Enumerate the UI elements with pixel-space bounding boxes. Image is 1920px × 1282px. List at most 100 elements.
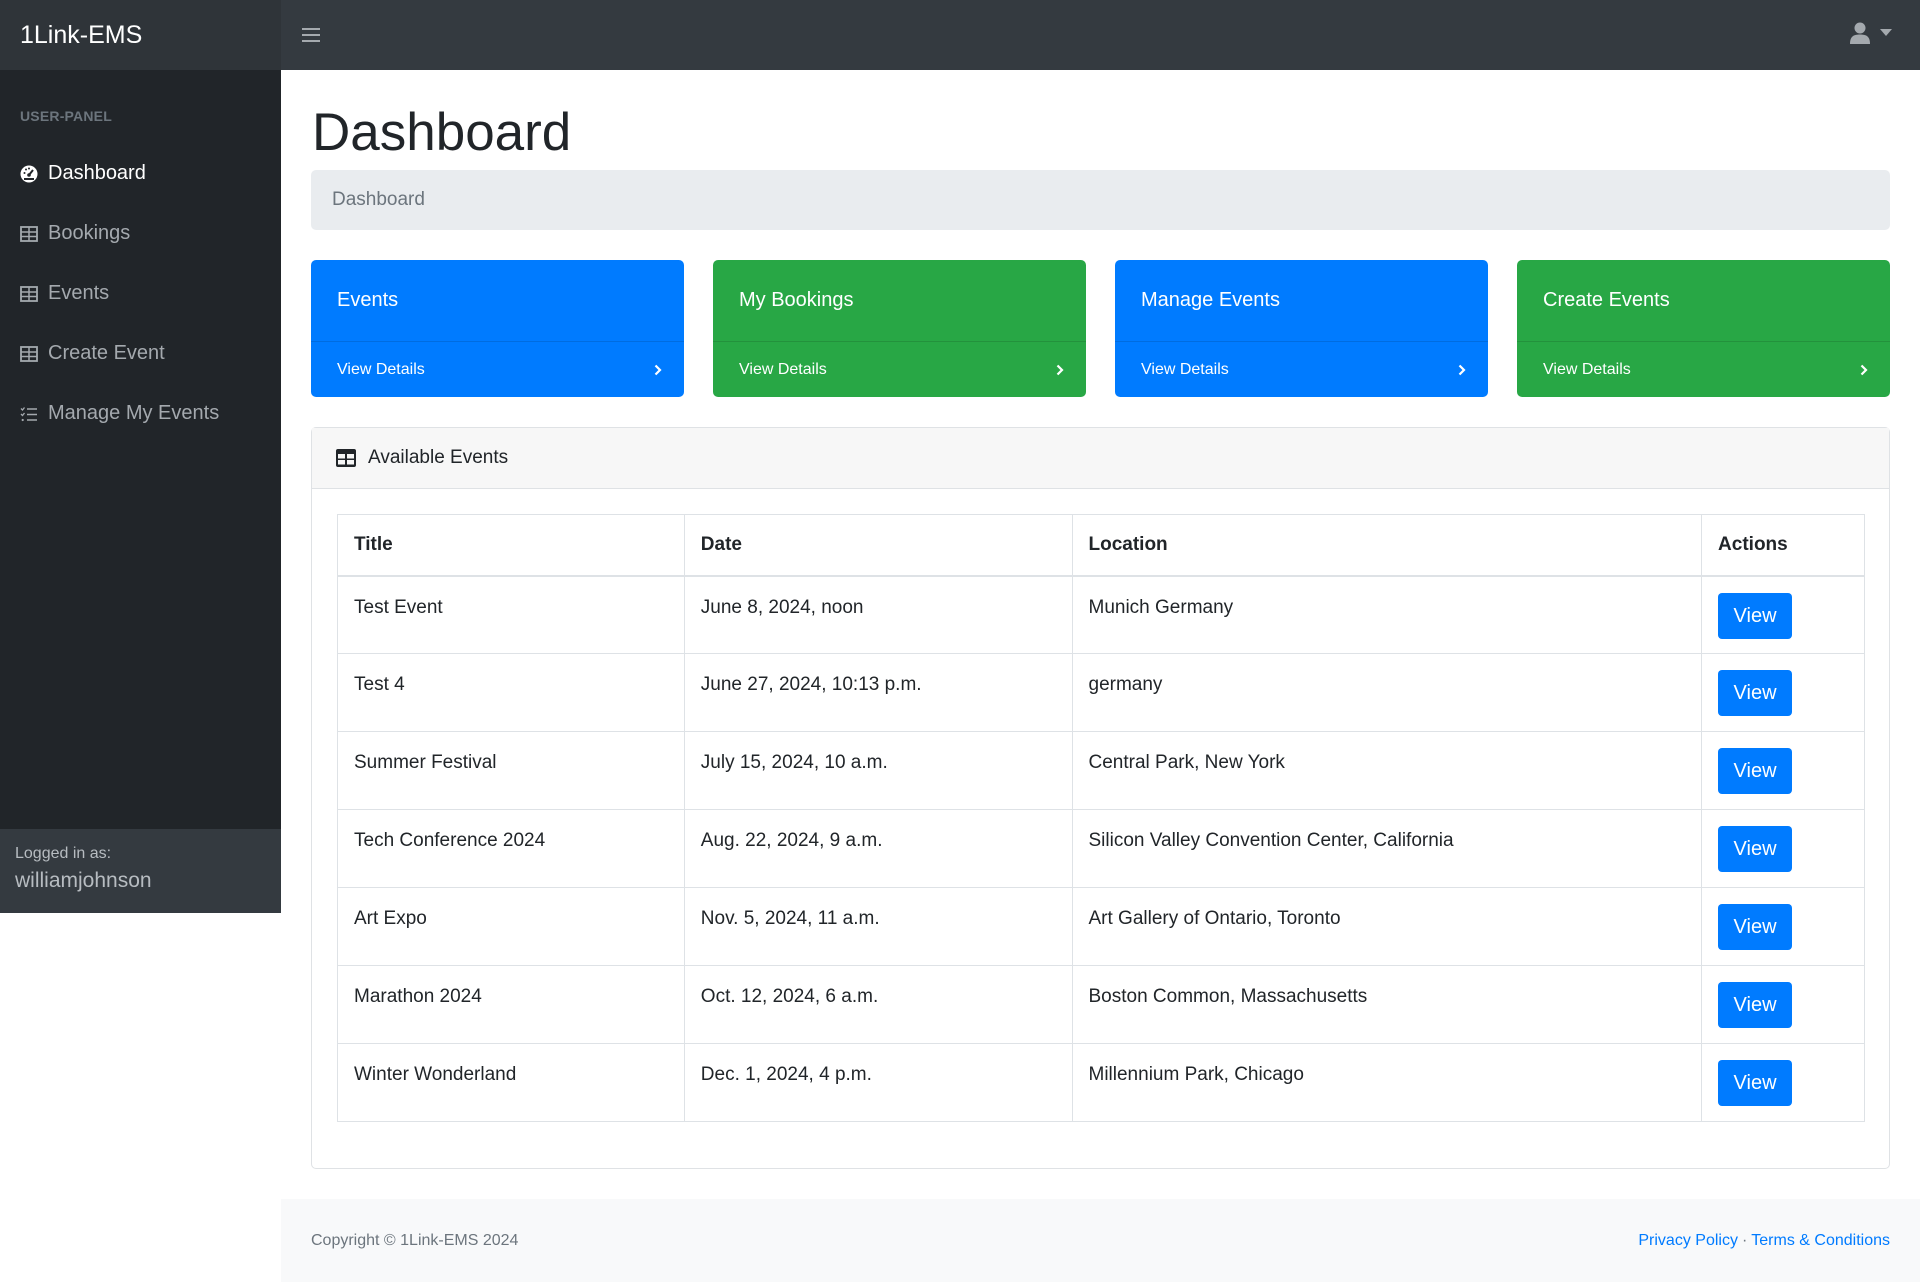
event-actions: View: [1701, 1043, 1865, 1122]
sidebar-item-events[interactable]: Events: [20, 282, 109, 305]
table-icon: [20, 285, 38, 302]
card-view-details-link[interactable]: View Details: [311, 341, 684, 397]
event-location: Millennium Park, Chicago: [1071, 1043, 1703, 1122]
chevron-right-icon: [654, 364, 662, 375]
event-date: Dec. 1, 2024, 4 p.m.: [683, 1043, 1073, 1122]
card-view-details-link[interactable]: View Details: [713, 341, 1086, 397]
list-icon: [20, 406, 37, 421]
chevron-right-icon: [1056, 364, 1064, 375]
column-header-title: Title: [337, 514, 685, 577]
event-title: Test 4: [337, 653, 685, 732]
column-header-actions: Actions: [1701, 514, 1865, 577]
table-row: Summer Festival July 15, 2024, 10 a.m. C…: [337, 731, 1865, 810]
sidebar-item-label: Manage My Events: [48, 402, 220, 424]
card-title: Manage Events: [1141, 289, 1280, 311]
card-view-details-link[interactable]: View Details: [1517, 341, 1890, 397]
event-actions: View: [1701, 731, 1865, 810]
top-navbar: 1Link-EMS: [0, 0, 1920, 70]
caret-down-icon: [1880, 29, 1892, 36]
chevron-right-icon: [1860, 364, 1868, 375]
view-event-button[interactable]: View: [1718, 592, 1793, 639]
card-view-details-link[interactable]: View Details: [1115, 341, 1488, 397]
copyright-text: Copyright © 1Link-EMS 2024: [311, 1231, 519, 1249]
event-actions: View: [1701, 809, 1865, 888]
event-location: germany: [1071, 653, 1703, 732]
breadcrumb-item: Dashboard: [332, 189, 425, 210]
sidebar-footer: Logged in as: williamjohnson: [0, 829, 281, 913]
column-header-location: Location: [1071, 514, 1703, 577]
available-events-panel: Available Events Title Date Location Act…: [311, 427, 1890, 1169]
sidebar-item-label: Dashboard: [48, 162, 146, 184]
event-title: Winter Wonderland: [337, 1043, 685, 1122]
summary-cards: Events View Details My Bookings View Det…: [311, 260, 1890, 397]
event-title: Art Expo: [337, 887, 685, 966]
sidebar-item-label: Create Event: [48, 342, 165, 364]
event-actions: View: [1701, 887, 1865, 966]
event-title: Tech Conference 2024: [337, 809, 685, 888]
card-title: Events: [337, 289, 399, 311]
table-icon: [20, 345, 38, 362]
card-events: Events View Details: [311, 260, 684, 397]
table-header-row: Title Date Location Actions: [337, 514, 1865, 577]
table-row: Tech Conference 2024 Aug. 22, 2024, 9 a.…: [337, 809, 1865, 888]
view-event-button[interactable]: View: [1718, 1060, 1793, 1106]
logged-in-label: Logged in as:: [15, 845, 112, 862]
event-actions: View: [1701, 965, 1865, 1044]
card-link-label: View Details: [1141, 360, 1229, 378]
event-location: Central Park, New York: [1071, 731, 1703, 810]
brand-logo[interactable]: 1Link-EMS: [0, 0, 281, 70]
table-row: Winter Wonderland Dec. 1, 2024, 4 p.m. M…: [337, 1043, 1865, 1122]
view-event-button[interactable]: View: [1718, 670, 1793, 716]
column-header-date: Date: [683, 514, 1073, 577]
events-table: Title Date Location Actions Test Event J…: [337, 514, 1865, 1122]
card-link-label: View Details: [1543, 360, 1631, 378]
panel-title: Available Events: [368, 447, 509, 468]
sidebar-item-label: Bookings: [48, 222, 131, 244]
sidebar-item-label: Events: [48, 282, 110, 304]
sidebar-item-bookings[interactable]: Bookings: [20, 222, 130, 245]
terms-conditions-link[interactable]: Terms & Conditions: [1751, 1232, 1890, 1249]
view-event-button[interactable]: View: [1718, 904, 1793, 950]
footer-links: Privacy Policy · Terms & Conditions: [1638, 1232, 1890, 1250]
event-location: Silicon Valley Convention Center, Califo…: [1071, 809, 1703, 888]
table-icon: [336, 449, 356, 467]
user-dropdown[interactable]: [1850, 22, 1892, 44]
sidebar-item-manage-my-events[interactable]: Manage My Events: [20, 402, 219, 425]
event-date: Oct. 12, 2024, 6 a.m.: [683, 965, 1073, 1044]
chevron-right-icon: [1458, 364, 1466, 375]
table-row: Art Expo Nov. 5, 2024, 11 a.m. Art Galle…: [337, 887, 1865, 966]
card-title: My Bookings: [739, 289, 854, 311]
event-actions: View: [1701, 653, 1865, 732]
event-location: Munich Germany: [1071, 575, 1703, 654]
card-link-label: View Details: [739, 360, 827, 378]
footer-separator: ·: [1741, 1231, 1748, 1249]
event-date: July 15, 2024, 10 a.m.: [683, 731, 1073, 810]
panel-header: Available Events: [312, 428, 1889, 489]
sidebar-item-dashboard[interactable]: Dashboard: [20, 162, 146, 185]
view-event-button[interactable]: View: [1718, 826, 1793, 872]
hamburger-icon: [302, 28, 320, 42]
event-title: Test Event: [337, 575, 685, 654]
sidebar-toggle-button[interactable]: [291, 15, 331, 55]
event-actions: View: [1701, 575, 1865, 654]
table-row: Test 4 June 27, 2024, 10:13 p.m. germany…: [337, 653, 1865, 732]
event-date: Aug. 22, 2024, 9 a.m.: [683, 809, 1073, 888]
logged-in-username: williamjohnson: [15, 869, 152, 892]
event-title: Marathon 2024: [337, 965, 685, 1044]
page-title: Dashboard: [312, 103, 572, 162]
privacy-policy-link[interactable]: Privacy Policy: [1638, 1232, 1738, 1249]
view-event-button[interactable]: View: [1718, 982, 1793, 1028]
page-footer: Copyright © 1Link-EMS 2024 Privacy Polic…: [281, 1199, 1920, 1282]
table-row: Marathon 2024 Oct. 12, 2024, 6 a.m. Bost…: [337, 965, 1865, 1044]
event-location: Boston Common, Massachusetts: [1071, 965, 1703, 1044]
event-date: June 27, 2024, 10:13 p.m.: [683, 653, 1073, 732]
table-row: Test Event June 8, 2024, noon Munich Ger…: [337, 575, 1865, 654]
view-event-button[interactable]: View: [1718, 748, 1793, 794]
sidebar: USER-PANEL Dashboard Bookings Events Cre…: [0, 70, 281, 913]
user-icon: [1850, 22, 1870, 44]
card-my-bookings: My Bookings View Details: [713, 260, 1086, 397]
card-link-label: View Details: [337, 360, 425, 378]
sidebar-heading: USER-PANEL: [20, 108, 112, 124]
sidebar-item-create-event[interactable]: Create Event: [20, 342, 165, 365]
breadcrumb: Dashboard: [311, 170, 1890, 230]
